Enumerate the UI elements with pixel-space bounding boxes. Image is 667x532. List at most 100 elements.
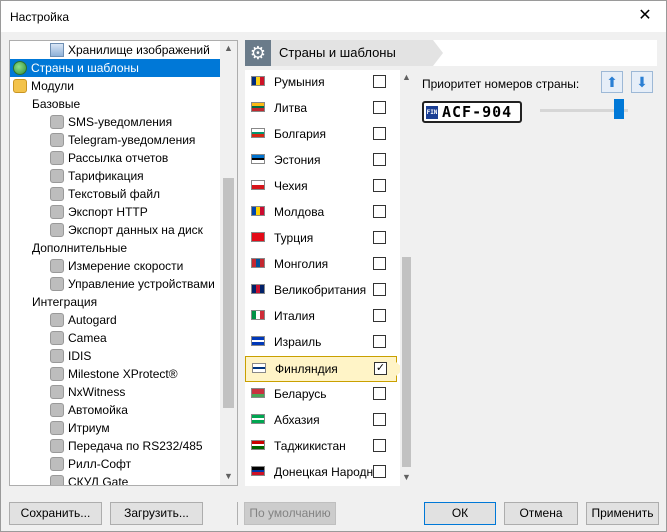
tree-item[interactable]: IDIS bbox=[10, 347, 91, 365]
country-checkbox[interactable] bbox=[373, 283, 386, 296]
country-checkbox[interactable] bbox=[373, 335, 386, 348]
country-checkbox[interactable] bbox=[373, 465, 386, 478]
tree-item[interactable]: Измерение скорости bbox=[10, 257, 183, 275]
country-row[interactable]: Великобритания bbox=[245, 278, 397, 304]
tree-item[interactable]: Тарификация bbox=[10, 167, 144, 185]
tree-item[interactable]: Модули bbox=[10, 77, 74, 95]
tree-item-label: Camea bbox=[68, 331, 107, 345]
country-checkbox[interactable]: ✓ bbox=[374, 362, 387, 375]
section-title: Страны и шаблоны bbox=[271, 40, 443, 66]
country-checkbox[interactable] bbox=[373, 309, 386, 322]
ok-button[interactable]: ОК bbox=[424, 502, 496, 525]
tree-item[interactable]: Автомойка bbox=[10, 401, 128, 419]
country-checkbox[interactable] bbox=[373, 75, 386, 88]
country-row[interactable]: Турция bbox=[245, 226, 397, 252]
tree-item[interactable]: Интеграция bbox=[10, 293, 97, 311]
tree-item[interactable]: Текстовый файл bbox=[10, 185, 160, 203]
section-header: ⚙ Страны и шаблоны bbox=[245, 40, 657, 66]
tree-item[interactable]: Дополнительные bbox=[10, 239, 127, 257]
country-checkbox[interactable] bbox=[373, 413, 386, 426]
priority-up-button[interactable]: ⬆ bbox=[601, 71, 623, 93]
settings-window: Настройка ✕ СКУД Gate Рилл-Софт Передача п… bbox=[0, 0, 667, 532]
tree-item[interactable]: Milestone XProtect® bbox=[10, 365, 178, 383]
save-button[interactable]: Сохранить... bbox=[9, 502, 102, 525]
country-row[interactable]: Румыния bbox=[245, 70, 397, 96]
country-row[interactable]: Италия bbox=[245, 304, 397, 330]
tree-item[interactable]: Страны и шаблоны bbox=[10, 59, 220, 77]
tree-scroll-thumb[interactable] bbox=[223, 178, 234, 408]
tree-item[interactable]: Autogard bbox=[10, 311, 117, 329]
tree-item[interactable]: Управление устройствами bbox=[10, 275, 215, 293]
country-row[interactable]: Донецкая Народн bbox=[245, 460, 397, 486]
tree-item[interactable]: СКУД Gate bbox=[10, 473, 129, 486]
cancel-button[interactable]: Отмена bbox=[504, 502, 578, 525]
country-list[interactable]: Донецкая Народн Таджикистан Абхазия Беларус… bbox=[245, 70, 413, 486]
puzzle-icon bbox=[50, 403, 64, 417]
country-checkbox[interactable] bbox=[373, 179, 386, 192]
load-button[interactable]: Загрузить... bbox=[110, 502, 203, 525]
country-checkbox[interactable] bbox=[373, 387, 386, 400]
tree-item[interactable]: NxWitness bbox=[10, 383, 125, 401]
country-checkbox[interactable] bbox=[373, 205, 386, 218]
tree-item[interactable]: Базовые bbox=[10, 95, 80, 113]
scroll-down-icon[interactable]: ▼ bbox=[224, 471, 233, 481]
country-row[interactable]: Литва bbox=[245, 96, 397, 122]
plate-template-preview: FIN ACF-904 bbox=[422, 101, 522, 123]
puzzle-icon bbox=[50, 169, 64, 183]
scroll-down-icon[interactable]: ▼ bbox=[402, 472, 411, 482]
priority-slider-thumb[interactable] bbox=[614, 99, 624, 119]
country-row[interactable]: Беларусь bbox=[245, 382, 397, 408]
country-row[interactable]: Монголия bbox=[245, 252, 397, 278]
arrow-up-icon: ⬆ bbox=[606, 74, 618, 90]
puzzle-icon bbox=[50, 349, 64, 363]
tree-item[interactable]: SMS-уведомления bbox=[10, 113, 172, 131]
country-name: Румыния bbox=[274, 75, 325, 89]
country-checkbox[interactable] bbox=[373, 127, 386, 140]
country-row[interactable]: Эстония bbox=[245, 148, 397, 174]
puzzle-icon bbox=[50, 187, 64, 201]
scroll-up-icon[interactable]: ▲ bbox=[224, 43, 233, 53]
country-row[interactable]: Болгария bbox=[245, 122, 397, 148]
country-row[interactable]: Таджикистан bbox=[245, 434, 397, 460]
apply-button[interactable]: Применить bbox=[586, 502, 659, 525]
tree-item[interactable]: Telegram-уведомления bbox=[10, 131, 195, 149]
tree-item-label: СКУД Gate bbox=[68, 475, 129, 486]
tree-item[interactable]: Camea bbox=[10, 329, 107, 347]
puzzle-icon bbox=[50, 205, 64, 219]
country-checkbox[interactable] bbox=[373, 439, 386, 452]
country-row[interactable]: Молдова bbox=[245, 200, 397, 226]
tree-item-label: Модули bbox=[31, 79, 74, 93]
tree-scrollbar[interactable]: ▲ ▼ bbox=[220, 41, 237, 485]
country-row[interactable]: Чехия bbox=[245, 174, 397, 200]
country-scroll-thumb[interactable] bbox=[402, 257, 411, 467]
country-row[interactable]: Финляндия ✓ bbox=[245, 356, 404, 382]
country-checkbox[interactable] bbox=[373, 231, 386, 244]
tree-item[interactable]: Экспорт HTTP bbox=[10, 203, 148, 221]
country-row[interactable]: Абхазия bbox=[245, 408, 397, 434]
tree-item[interactable]: Итриум bbox=[10, 419, 110, 437]
country-checkbox[interactable] bbox=[373, 257, 386, 270]
tree-item[interactable]: Рилл-Софт bbox=[10, 455, 131, 473]
country-checkbox[interactable] bbox=[373, 101, 386, 114]
tree-item[interactable]: Рассылка отчетов bbox=[10, 149, 168, 167]
country-row[interactable]: Израиль bbox=[245, 330, 397, 356]
defaults-button[interactable]: По умолчанию bbox=[244, 502, 336, 525]
close-icon[interactable]: ✕ bbox=[634, 5, 656, 27]
country-scrollbar[interactable]: ▲ ▼ bbox=[400, 70, 413, 486]
country-checkbox[interactable] bbox=[373, 153, 386, 166]
priority-down-button[interactable]: ⬇ bbox=[631, 71, 653, 93]
settings-tree[interactable]: СКУД Gate Рилл-Софт Передача по RS232/485 И… bbox=[9, 40, 238, 486]
tree-item[interactable]: Хранилище изображений bbox=[10, 41, 210, 59]
tree-item-label: Дополнительные bbox=[32, 241, 127, 255]
scroll-up-icon[interactable]: ▲ bbox=[402, 72, 411, 82]
tree-item[interactable]: Передача по RS232/485 bbox=[10, 437, 203, 455]
plate-text: ACF-904 bbox=[442, 103, 513, 121]
country-name: Израиль bbox=[274, 335, 322, 349]
tree-item[interactable]: Экспорт данных на диск bbox=[10, 221, 203, 239]
globe-icon bbox=[13, 61, 27, 75]
flag-icon bbox=[251, 102, 265, 112]
country-name: Абхазия bbox=[274, 413, 320, 427]
country-name: Литва bbox=[274, 101, 307, 115]
flag-icon bbox=[251, 76, 265, 86]
flag-icon bbox=[251, 466, 265, 476]
